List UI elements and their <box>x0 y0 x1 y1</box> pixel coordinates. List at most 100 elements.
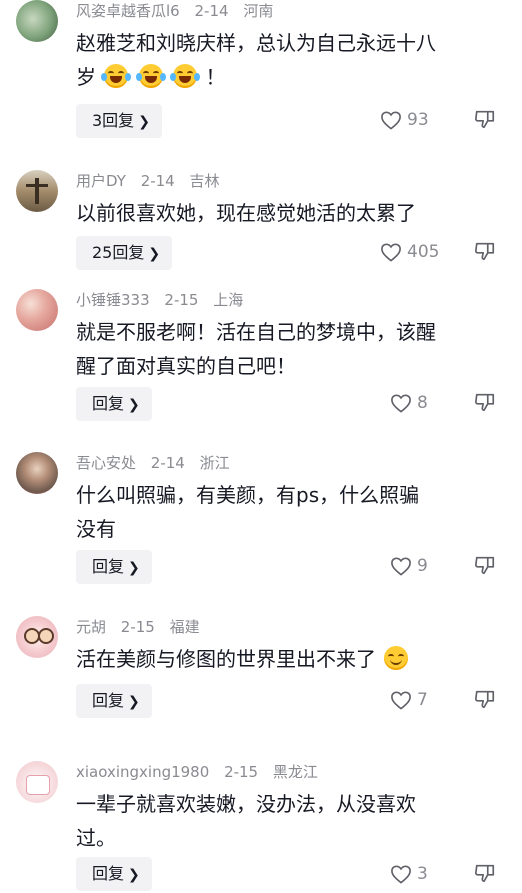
comment-date: 2-15 <box>224 763 259 781</box>
smile-emoji <box>384 646 409 670</box>
reply-button[interactable]: 回复 ❯ <box>76 684 152 718</box>
comment-text-line: 过。 <box>76 826 116 850</box>
comment-text-line: 活在美颜与修图的世界里出不来了 <box>76 642 496 676</box>
like-button[interactable]: 3 <box>390 859 470 889</box>
comment-meta: 风姿卓越香瓜l6 2-14 河南 <box>76 0 283 22</box>
like-button[interactable]: 93 <box>380 105 460 135</box>
reply-button-label: 回复 <box>92 557 125 576</box>
thumbs-down-icon[interactable] <box>474 240 496 262</box>
reply-button[interactable]: 回复 ❯ <box>76 387 152 421</box>
comment-item: 风姿卓越香瓜l6 2-14 河南 赵雅芝和刘晓庆样，总认为自己永远十八 岁 ！ … <box>0 0 522 140</box>
comment-text: 活在美颜与修图的世界里出不来了 <box>76 642 496 676</box>
heart-outline-icon <box>391 865 411 884</box>
like-count: 3 <box>417 864 428 884</box>
username[interactable]: 用户DY <box>76 172 126 190</box>
thumbs-down-icon[interactable] <box>474 391 496 413</box>
comment-text-line: 就是不服老啊！活在自己的梦境中，该醒 <box>76 320 436 344</box>
comment-date: 2-14 <box>194 2 229 20</box>
avatar[interactable] <box>16 761 58 803</box>
comment-text-line: 没有 <box>76 517 116 541</box>
comment-text-line: 赵雅芝和刘晓庆样，总认为自己永远十八 <box>76 31 436 55</box>
comment-text: 一辈子就喜欢装嫩，没办法，从没喜欢 过。 <box>76 787 496 855</box>
comment-location: 黑龙江 <box>272 763 318 781</box>
comment-meta: 用户DY 2-14 吉林 <box>76 170 230 192</box>
reply-button-label: 25回复 <box>92 243 145 262</box>
comment-item: 小锤锤333 2-15 上海 就是不服老啊！活在自己的梦境中，该醒 醒了面对真实… <box>0 289 522 429</box>
like-button[interactable]: 7 <box>390 685 470 715</box>
comment-text-line: 岁 ！ <box>76 60 496 94</box>
comment-location: 浙江 <box>199 454 230 472</box>
like-count: 405 <box>407 242 440 262</box>
comment-text-line: 什么叫照骗，有美颜，有ps，什么照骗 <box>76 483 420 507</box>
comment-date: 2-14 <box>140 172 175 190</box>
like-count: 93 <box>407 110 429 130</box>
comment-text-segment: ！ <box>205 65 226 89</box>
chevron-right-icon: ❯ <box>128 867 140 883</box>
chevron-right-icon: ❯ <box>128 397 140 413</box>
comment-text-line: 以前很喜欢她，现在感觉她活的太累了 <box>76 201 416 225</box>
like-button[interactable]: 405 <box>380 237 460 267</box>
thumbs-down-icon[interactable] <box>474 554 496 576</box>
username[interactable]: xiaoxingxing1980 <box>76 763 209 781</box>
thumbs-down-icon[interactable] <box>474 862 496 884</box>
comment-location: 河南 <box>243 2 274 20</box>
like-count: 8 <box>417 393 428 413</box>
comment-meta: 吾心安处 2-14 浙江 <box>76 452 240 474</box>
heart-outline-icon <box>391 394 411 413</box>
heart-outline-icon <box>381 111 401 130</box>
thumbs-down-icon[interactable] <box>474 108 496 130</box>
laughing-crying-emoji <box>135 64 166 88</box>
comment-item: xiaoxingxing1980 2-15 黑龙江 一辈子就喜欢装嫩，没办法，从… <box>0 761 522 893</box>
heart-outline-icon <box>391 691 411 710</box>
comment-item: 元胡 2-15 福建 活在美颜与修图的世界里出不来了 回复 ❯ 7 <box>0 616 522 726</box>
comment-meta: 小锤锤333 2-15 上海 <box>76 289 253 311</box>
reply-button[interactable]: 回复 ❯ <box>76 550 152 584</box>
chevron-right-icon: ❯ <box>128 694 140 710</box>
comment-location: 福建 <box>169 618 200 636</box>
username[interactable]: 小锤锤333 <box>76 291 150 309</box>
username[interactable]: 风姿卓越香瓜l6 <box>76 2 180 20</box>
reply-button[interactable]: 3回复 ❯ <box>76 104 162 138</box>
laughing-crying-emoji <box>101 64 132 88</box>
comment-location: 上海 <box>213 291 244 309</box>
reply-button[interactable]: 25回复 ❯ <box>76 236 173 270</box>
avatar[interactable] <box>16 289 58 331</box>
comment-text: 什么叫照骗，有美颜，有ps，什么照骗 没有 <box>76 478 496 546</box>
comment-text: 赵雅芝和刘晓庆样，总认为自己永远十八 岁 ！ <box>76 26 496 94</box>
chevron-right-icon: ❯ <box>138 114 150 130</box>
chevron-right-icon: ❯ <box>148 246 161 262</box>
comment-meta: xiaoxingxing1980 2-15 黑龙江 <box>76 761 328 783</box>
heart-outline-icon <box>391 557 411 576</box>
reply-button-label: 回复 <box>92 394 125 413</box>
comment-item: 吾心安处 2-14 浙江 什么叫照骗，有美颜，有ps，什么照骗 没有 回复 ❯ 9 <box>0 452 522 592</box>
comment-meta: 元胡 2-15 福建 <box>76 616 210 638</box>
avatar[interactable] <box>16 616 58 658</box>
comment-date: 2-15 <box>120 618 155 636</box>
reply-button-label: 3回复 <box>92 111 135 130</box>
comment-item: 用户DY 2-14 吉林 以前很喜欢她，现在感觉她活的太累了 25回复 ❯ 405 <box>0 170 522 280</box>
heart-outline-icon <box>381 243 401 262</box>
username[interactable]: 吾心安处 <box>76 454 136 472</box>
comment-location: 吉林 <box>189 172 220 190</box>
avatar[interactable] <box>16 452 58 494</box>
like-button[interactable]: 8 <box>390 388 470 418</box>
comment-text-segment: 岁 <box>76 65 96 89</box>
like-button[interactable]: 9 <box>390 551 470 581</box>
avatar[interactable] <box>16 170 58 212</box>
username[interactable]: 元胡 <box>76 618 106 636</box>
laughing-crying-emoji <box>170 64 201 88</box>
comment-text-line: 醒了面对真实的自己吧！ <box>76 354 296 378</box>
comment-date: 2-14 <box>150 454 185 472</box>
comment-text-segment: 活在美颜与修图的世界里出不来了 <box>76 647 376 671</box>
like-count: 7 <box>417 690 428 710</box>
thumbs-down-icon[interactable] <box>474 688 496 710</box>
reply-button-label: 回复 <box>92 864 125 883</box>
chevron-right-icon: ❯ <box>128 560 140 576</box>
reply-button[interactable]: 回复 ❯ <box>76 857 152 891</box>
comment-text: 就是不服老啊！活在自己的梦境中，该醒 醒了面对真实的自己吧！ <box>76 315 496 383</box>
reply-button-label: 回复 <box>92 691 125 710</box>
comment-text-line: 一辈子就喜欢装嫩，没办法，从没喜欢 <box>76 792 416 816</box>
avatar[interactable] <box>16 0 58 42</box>
like-count: 9 <box>417 556 428 576</box>
comment-date: 2-15 <box>164 291 199 309</box>
